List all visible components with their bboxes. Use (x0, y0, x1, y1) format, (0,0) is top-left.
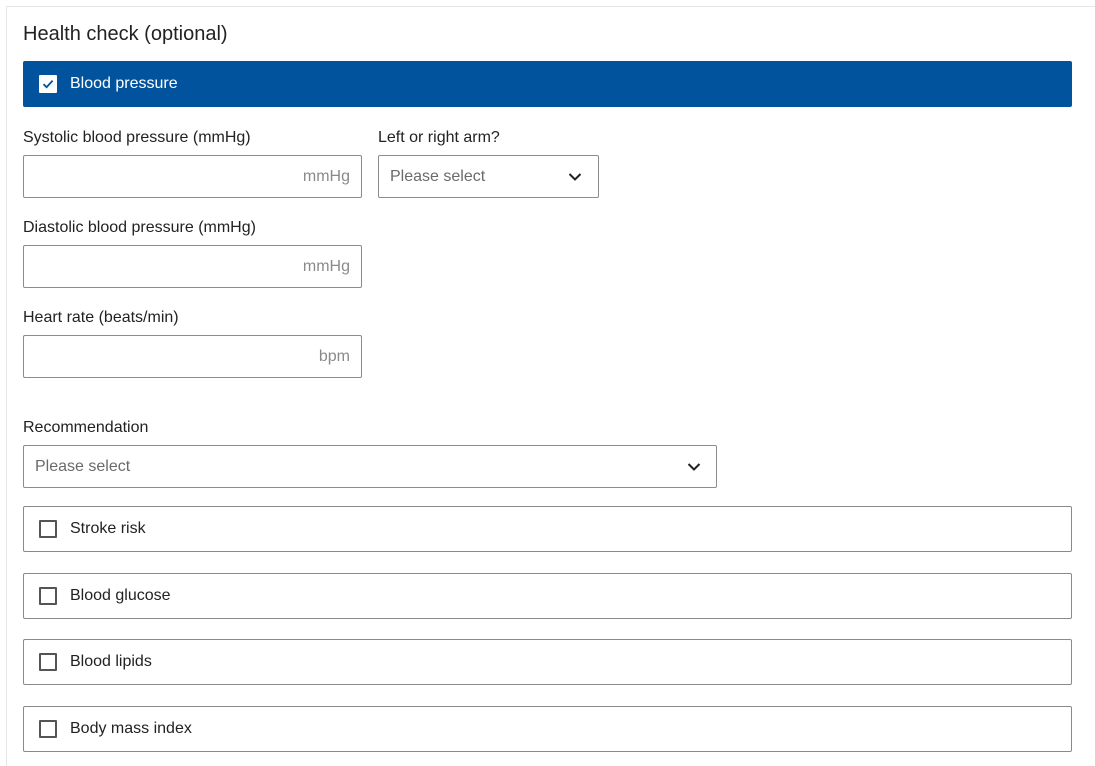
recommendation-select[interactable]: Please select (23, 445, 717, 488)
chevron-down-icon (568, 173, 582, 181)
heart-rate-unit: bpm (318, 348, 350, 365)
diastolic-unit: mmHg (302, 258, 350, 275)
blood-pressure-label: Blood pressure (70, 75, 178, 92)
chevron-down-icon (687, 463, 701, 471)
body-mass-index-checkbox-row[interactable]: Body mass index (23, 706, 1072, 752)
stroke-risk-checkbox-row[interactable]: Stroke risk (23, 506, 1072, 552)
blood-lipids-checkbox-row[interactable]: Blood lipids (23, 639, 1072, 685)
blood-pressure-checkbox-row[interactable]: Blood pressure (23, 61, 1072, 107)
checkbox-checked-icon[interactable] (39, 75, 57, 93)
blood-glucose-label: Blood glucose (70, 587, 171, 604)
recommendation-select-value: Please select (35, 458, 131, 475)
arm-select-value: Please select (390, 168, 486, 185)
systolic-label: Systolic blood pressure (mmHg) (23, 129, 251, 146)
arm-label: Left or right arm? (378, 129, 500, 146)
blood-lipids-label: Blood lipids (70, 653, 152, 670)
checkbox-unchecked-icon[interactable] (39, 653, 57, 671)
heart-rate-input-box[interactable]: bpm (23, 335, 362, 378)
heart-rate-label: Heart rate (beats/min) (23, 309, 179, 326)
checkbox-unchecked-icon[interactable] (39, 720, 57, 738)
recommendation-label: Recommendation (23, 419, 149, 436)
diastolic-input-box[interactable]: mmHg (23, 245, 362, 288)
systolic-input-box[interactable]: mmHg (23, 155, 362, 198)
body-mass-index-label: Body mass index (70, 720, 192, 737)
arm-select[interactable]: Please select (378, 155, 599, 198)
checkbox-unchecked-icon[interactable] (39, 587, 57, 605)
heart-rate-input[interactable] (24, 336, 361, 377)
stroke-risk-label: Stroke risk (70, 520, 146, 537)
blood-glucose-checkbox-row[interactable]: Blood glucose (23, 573, 1072, 619)
section-title: Health check (optional) (23, 23, 228, 45)
checkbox-unchecked-icon[interactable] (39, 520, 57, 538)
systolic-unit: mmHg (302, 168, 350, 185)
diastolic-label: Diastolic blood pressure (mmHg) (23, 219, 256, 236)
